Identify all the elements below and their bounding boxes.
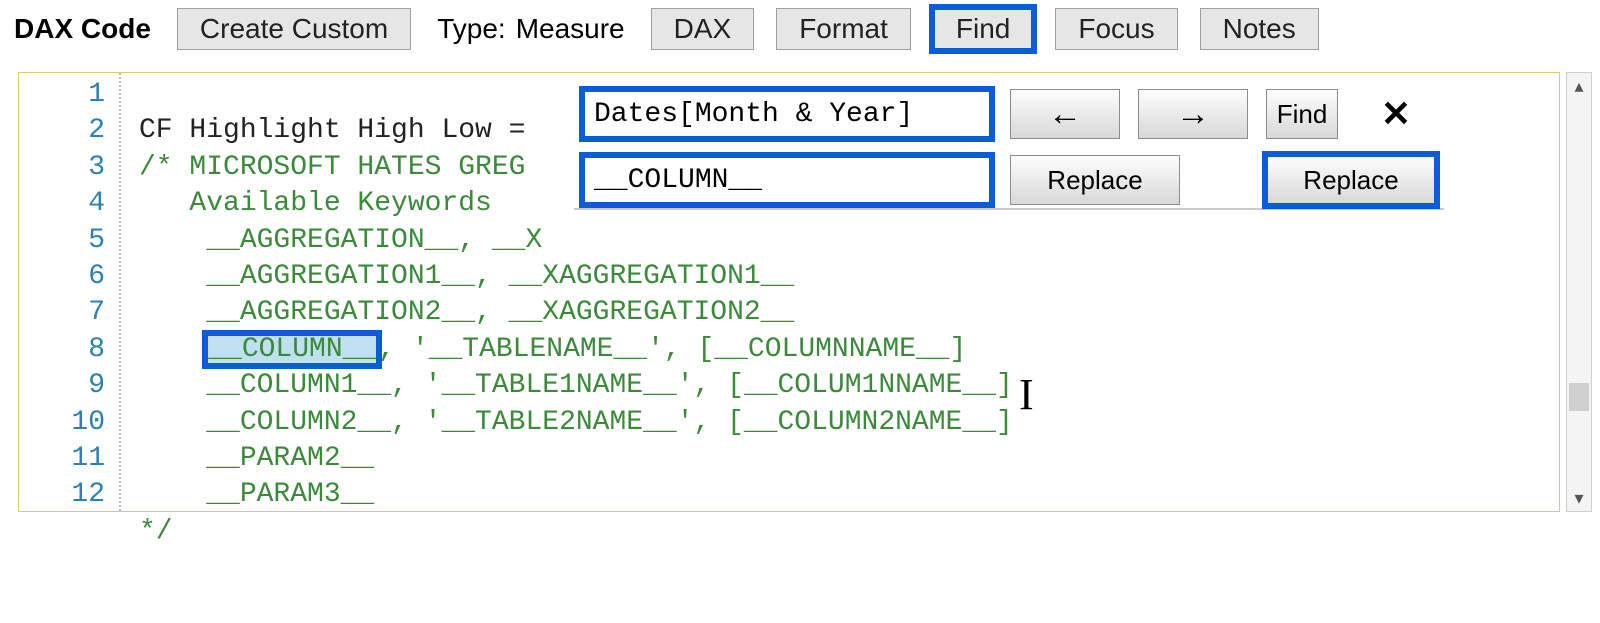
scroll-down-icon[interactable]: ▾ bbox=[1567, 485, 1591, 511]
code-line: CF Highlight High Low = bbox=[139, 115, 542, 146]
line-number: 3 bbox=[19, 150, 119, 186]
line-number-gutter: 1 2 3 4 5 6 7 8 9 10 11 12 bbox=[19, 73, 121, 511]
find-replace-panel: ← → Find ✕ Replace Replace bbox=[574, 80, 1444, 210]
line-number: 6 bbox=[19, 259, 119, 295]
line-number: 9 bbox=[19, 368, 119, 404]
find-input[interactable] bbox=[582, 89, 992, 139]
app-title: DAX Code bbox=[14, 13, 155, 45]
vertical-scrollbar[interactable]: ▴ ▾ bbox=[1566, 72, 1592, 512]
code-line: __PARAM2__ bbox=[139, 443, 374, 474]
line-number: 4 bbox=[19, 186, 119, 222]
code-line: __AGGREGATION__, __X bbox=[139, 225, 542, 256]
line-number: 2 bbox=[19, 113, 119, 149]
replace-input[interactable] bbox=[582, 155, 992, 205]
replace-button[interactable]: Replace bbox=[1010, 155, 1180, 205]
line-number: 5 bbox=[19, 223, 119, 259]
format-button[interactable]: Format bbox=[776, 8, 911, 50]
scroll-up-icon[interactable]: ▴ bbox=[1567, 73, 1591, 99]
code-line: __COLUMN__, '__TABLENAME__', [__COLUMNNA… bbox=[139, 334, 966, 365]
search-match-highlight: __COLUMN__ bbox=[206, 334, 378, 365]
line-number: 7 bbox=[19, 295, 119, 331]
code-line: __PARAM3__ bbox=[139, 479, 374, 510]
line-number: 8 bbox=[19, 332, 119, 368]
type-display: Type: Measure bbox=[433, 13, 628, 45]
find-button[interactable]: Find bbox=[933, 8, 1033, 50]
scrollbar-thumb[interactable] bbox=[1569, 383, 1589, 411]
toolbar: DAX Code Create Custom Type: Measure DAX… bbox=[0, 0, 1600, 62]
line-number: 11 bbox=[19, 441, 119, 477]
code-line: */ bbox=[139, 516, 173, 547]
find-next-button[interactable]: → bbox=[1138, 89, 1248, 139]
line-number: 12 bbox=[19, 477, 119, 513]
code-line: __COLUMN1__, '__TABLE1NAME__', [__COLUM1… bbox=[139, 370, 1013, 401]
code-line: /* MICROSOFT HATES GREG bbox=[139, 152, 525, 183]
type-label: Type: bbox=[437, 13, 505, 45]
dax-button[interactable]: DAX bbox=[651, 8, 755, 50]
code-line: Available Keywords bbox=[139, 188, 492, 219]
line-number: 1 bbox=[19, 77, 119, 113]
text-cursor-icon: I bbox=[1019, 377, 1034, 413]
code-line: __COLUMN2__, '__TABLE2NAME__', [__COLUMN… bbox=[139, 407, 1013, 438]
code-line: __AGGREGATION1__, __XAGGREGATION1__ bbox=[139, 261, 794, 292]
find-next-text-button[interactable]: Find bbox=[1266, 89, 1338, 139]
notes-button[interactable]: Notes bbox=[1200, 8, 1319, 50]
find-prev-button[interactable]: ← bbox=[1010, 89, 1120, 139]
close-find-button[interactable]: ✕ bbox=[1374, 89, 1418, 139]
arrow-left-icon: ← bbox=[1048, 95, 1082, 133]
line-number: 10 bbox=[19, 405, 119, 441]
focus-button[interactable]: Focus bbox=[1055, 8, 1177, 50]
code-line: __AGGREGATION2__, __XAGGREGATION2__ bbox=[139, 297, 794, 328]
replace-all-button[interactable]: Replace bbox=[1266, 155, 1436, 205]
arrow-right-icon: → bbox=[1176, 95, 1210, 133]
create-custom-button[interactable]: Create Custom bbox=[177, 8, 411, 50]
type-value: Measure bbox=[516, 13, 625, 45]
close-icon: ✕ bbox=[1381, 93, 1411, 134]
